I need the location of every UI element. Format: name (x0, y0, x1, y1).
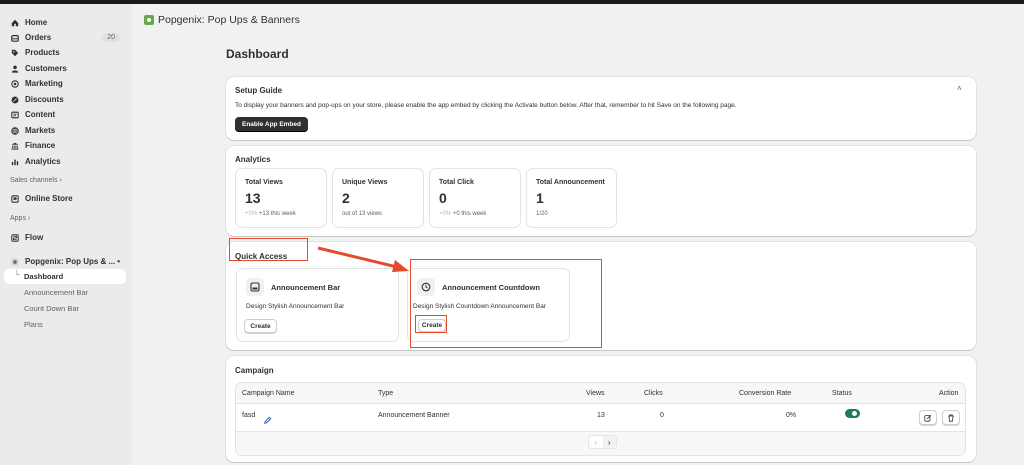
annotation-arrow (317, 246, 409, 272)
